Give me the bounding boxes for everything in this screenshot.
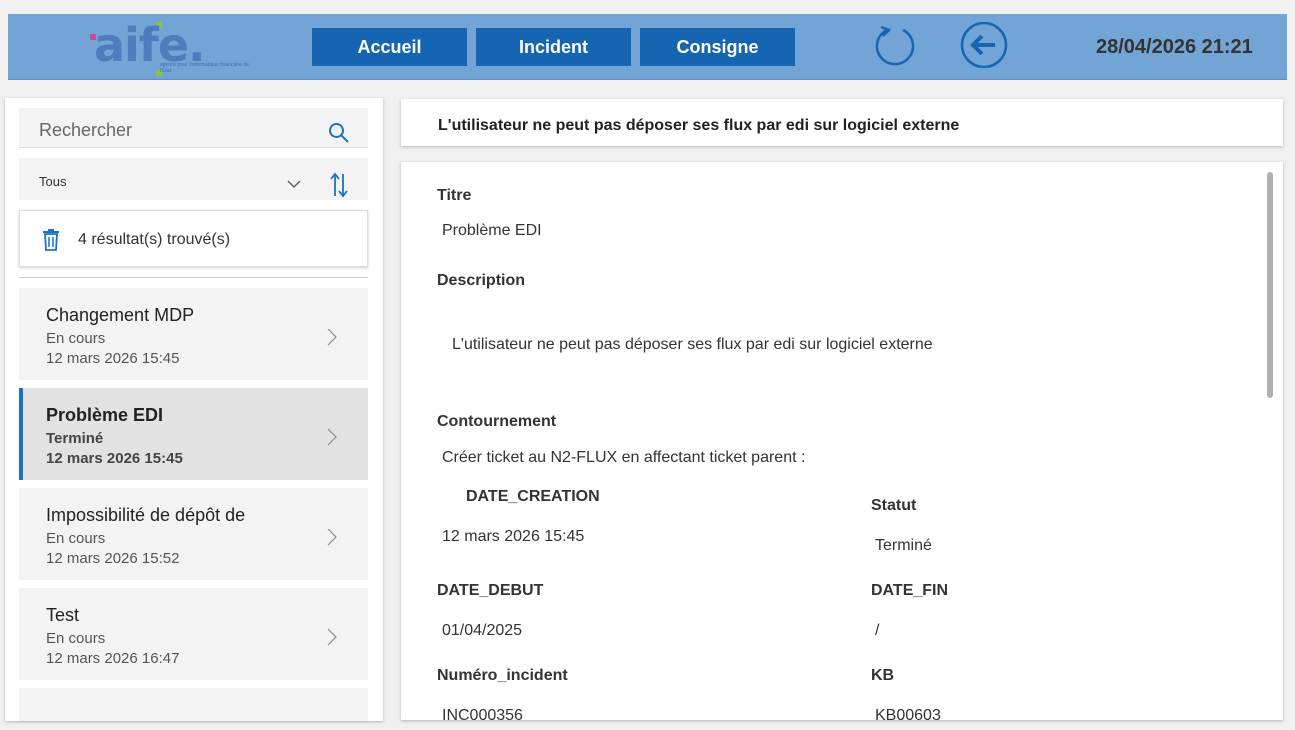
result-count-text: 4 résultat(s) trouvé(s) [78,231,231,248]
aife-logo: aife. agence pour l'informatique financi… [84,18,264,76]
statut-value: Terminé [875,537,932,554]
list-item-title: Test [46,605,80,625]
detail-title-bar: L'utilisateur ne peut pas déposer ses fl… [401,99,1283,146]
chevron-down-icon [287,175,301,193]
search-box [19,108,368,148]
kb-label: KB [871,667,895,684]
date-creation-value: 12 mars 2026 15:45 [442,528,585,545]
date-debut-value: 01/04/2025 [442,622,523,639]
refresh-icon[interactable] [873,22,919,68]
date-debut-label: DATE_DEBUT [437,582,544,599]
list-item[interactable]: Impossibilité de dépôt de En cours 12 ma… [19,488,368,580]
result-count-card: 4 résultat(s) trouvé(s) [19,210,368,267]
contournement-label: Contournement [437,413,557,430]
list-item-date: 12 mars 2026 16:47 [46,650,180,667]
datetime-display: 28/04/2026 21:21 [1096,36,1253,58]
list-item[interactable]: Test En cours 12 mars 2026 16:47 [19,588,368,680]
list-item-status: En cours [46,530,106,547]
chevron-right-icon [327,628,337,651]
app-header: aife. agence pour l'informatique financi… [8,14,1287,80]
logo-subtitle: agence pour l'informatique financière de… [160,62,249,74]
list-item[interactable]: Changement MDP En cours 12 mars 2026 15:… [19,288,368,380]
list-item-status: En cours [46,330,106,347]
incident-detail-panel: Titre Problème EDI Description L'utilisa… [401,162,1283,720]
detail-header-title: L'utilisateur ne peut pas déposer ses fl… [438,117,960,134]
list-item-selected[interactable]: Problème EDI Terminé 12 mars 2026 15:45 [19,388,368,480]
contournement-value: Créer ticket au N2-FLUX en affectant tic… [442,449,806,466]
date-creation-label: DATE_CREATION [466,488,600,505]
nav-incident-button[interactable]: Incident [476,28,631,66]
list-item-date: 12 mars 2026 15:45 [46,450,183,467]
numero-incident-label: Numéro_incident [437,667,568,684]
sort-icon[interactable] [329,172,349,203]
nav-accueil-button[interactable]: Accueil [312,28,467,66]
date-fin-label: DATE_FIN [871,582,949,599]
list-divider [19,277,368,278]
date-fin-value: / [875,622,880,639]
detail-scrollbar[interactable] [1267,172,1273,398]
titre-value: Problème EDI [442,222,542,239]
description-label: Description [437,272,526,289]
statut-label: Statut [871,497,917,514]
list-item-partial[interactable] [19,688,368,721]
list-item-title: Changement MDP [46,305,195,325]
chevron-right-icon [327,428,337,451]
incident-list-panel: Tous 4 résultat(s) trouvé(s) [5,98,383,721]
description-value: L'utilisateur ne peut pas déposer ses fl… [452,336,933,353]
status-filter-dropdown[interactable]: Tous [19,158,368,200]
search-input[interactable] [39,117,319,143]
back-arrow-icon[interactable] [959,21,1008,69]
list-item-date: 12 mars 2026 15:45 [46,350,180,367]
titre-label: Titre [437,187,472,204]
list-item-date: 12 mars 2026 15:52 [46,550,180,567]
chevron-right-icon [327,328,337,351]
nav-consigne-button[interactable]: Consigne [640,28,795,66]
search-icon[interactable] [328,122,350,149]
list-item-title: Problème EDI [46,405,164,425]
kb-value: KB00603 [875,707,941,720]
numero-incident-value: INC000356 [442,707,523,720]
chevron-right-icon [327,528,337,551]
trash-icon[interactable] [42,229,60,256]
list-item-status: Terminé [46,430,104,447]
filter-selected-value: Tous [39,174,67,189]
list-item-status: En cours [46,630,106,647]
list-item-title: Impossibilité de dépôt de [46,505,246,525]
